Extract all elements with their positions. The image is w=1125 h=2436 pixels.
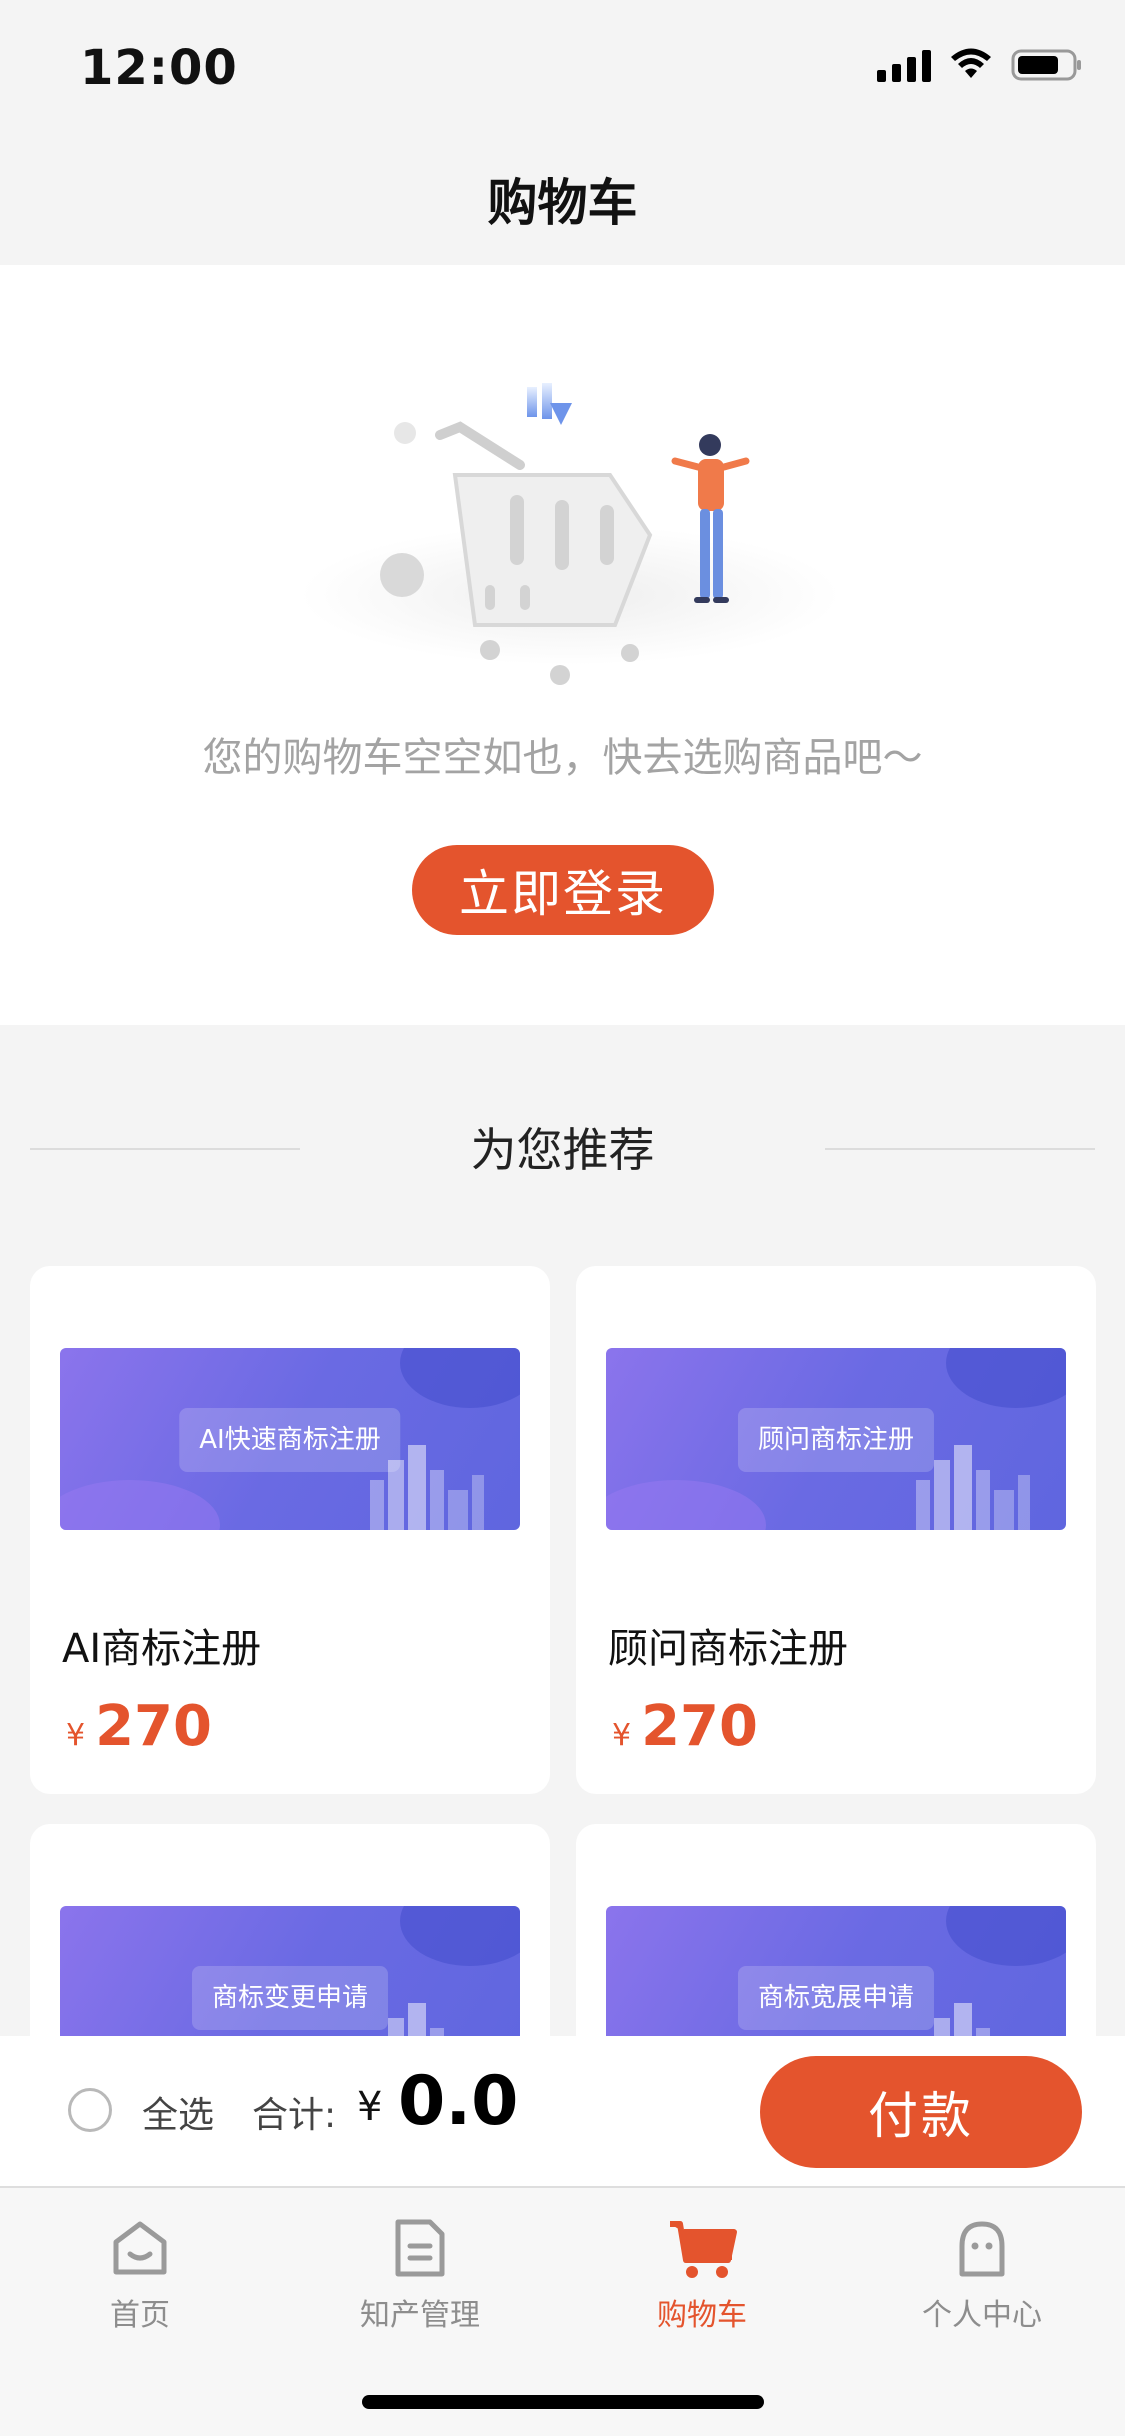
empty-cart-illustration (300, 383, 840, 685)
empty-cart-section: 您的购物车空空如也，快去选购商品吧～ 立即登录 (0, 265, 1125, 1025)
product-banner-label: 顾问商标注册 (737, 1408, 935, 1472)
price-value: 270 (95, 1694, 212, 1759)
tab-cart[interactable]: 购物车 (602, 2216, 802, 2334)
product-banner: 商标变更申请 (60, 1906, 520, 2036)
currency-symbol: ¥ (66, 1718, 86, 1753)
page-title: 购物车 (487, 174, 638, 232)
currency-symbol: ¥ (357, 2084, 383, 2130)
tab-label: 个人中心 (922, 2298, 1042, 2333)
tab-profile[interactable]: 个人中心 (882, 2216, 1082, 2334)
product-banner-label: AI快速商标注册 (179, 1408, 401, 1472)
select-all-label[interactable]: 全选 (142, 2086, 214, 2138)
nav-bar: 购物车 (0, 135, 1125, 265)
recommend-title: 为您推荐 (470, 1123, 655, 1177)
product-banner: 顾问商标注册 (606, 1348, 1066, 1530)
pay-button[interactable]: 付款 (760, 2056, 1082, 2168)
currency-symbol: ¥ (612, 1718, 632, 1753)
checkout-bar: 全选 合计: ¥ 0.0 付款 (0, 2036, 1125, 2186)
battery-icon (1011, 49, 1081, 81)
total-label: 合计: (252, 2095, 337, 2136)
profile-icon (959, 2221, 1005, 2277)
product-name: 顾问商标注册 (608, 1626, 848, 1672)
product-card[interactable]: 商标变更申请 (30, 1824, 550, 2036)
price-value: 270 (641, 1694, 758, 1759)
product-price: ¥ 270 (612, 1694, 758, 1759)
cart-icon (670, 2221, 737, 2278)
tab-home[interactable]: 首页 (40, 2216, 240, 2334)
home-icon (113, 2221, 167, 2275)
home-indicator (362, 2395, 764, 2409)
tab-ip-management[interactable]: 知产管理 (320, 2216, 520, 2334)
product-grid: AI快速商标注册 AI商标注册 ¥ 270 顾问商标注册 顾问商标注册 ¥ 27… (0, 1266, 1125, 2036)
empty-cart-message: 您的购物车空空如也，快去选购商品吧～ (202, 735, 923, 781)
product-card[interactable]: AI快速商标注册 AI商标注册 ¥ 270 (30, 1266, 550, 1794)
signal-icon (877, 48, 931, 82)
divider (825, 1148, 1095, 1150)
status-icons (877, 48, 1083, 82)
status-bar: 12:00 (0, 0, 1125, 135)
recommend-header: 为您推荐 (0, 1110, 1125, 1190)
product-banner: AI快速商标注册 (60, 1348, 520, 1530)
wifi-icon (951, 48, 991, 78)
tab-label: 知产管理 (360, 2298, 480, 2333)
login-button[interactable]: 立即登录 (412, 845, 714, 935)
product-name: AI商标注册 (62, 1626, 262, 1672)
select-all-checkbox[interactable] (68, 2088, 112, 2132)
product-banner: 商标宽展申请 (606, 1906, 1066, 2036)
document-icon (395, 2219, 445, 2277)
product-card[interactable]: 顾问商标注册 顾问商标注册 ¥ 270 (576, 1266, 1096, 1794)
tab-label: 首页 (110, 2298, 170, 2333)
product-banner-label: 商标宽展申请 (737, 1966, 935, 2030)
total-amount: 0.0 (398, 2062, 519, 2141)
product-banner-label: 商标变更申请 (191, 1966, 389, 2030)
product-price: ¥ 270 (66, 1694, 212, 1759)
status-time: 12:00 (80, 40, 238, 96)
product-card[interactable]: 商标宽展申请 (576, 1824, 1096, 2036)
tab-label: 购物车 (657, 2298, 747, 2333)
